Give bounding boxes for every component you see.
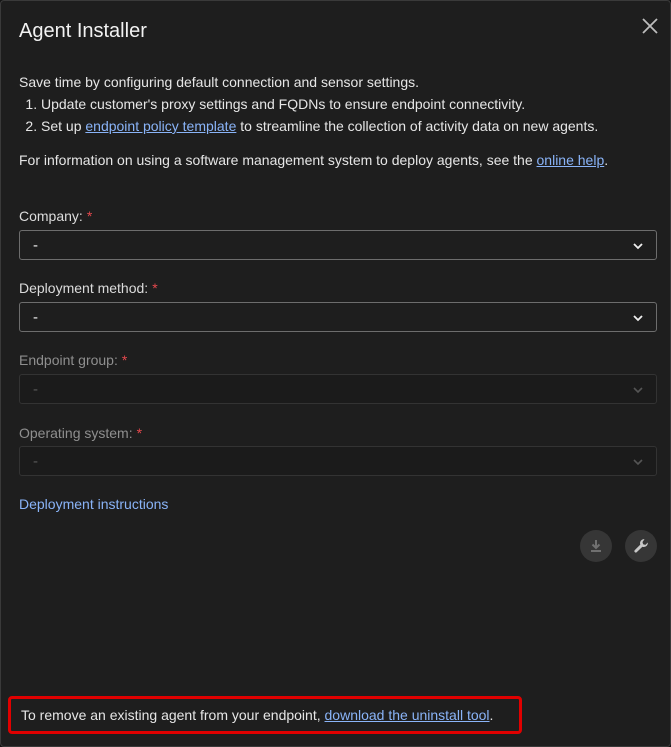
dialog-title: Agent Installer [19, 20, 147, 42]
setup-steps: Update customer's proxy settings and FQD… [19, 93, 659, 137]
uninstall-notice: To remove an existing agent from your en… [8, 696, 522, 734]
intro-lead: Save time by configuring default connect… [19, 74, 420, 90]
chevron-down-icon [633, 459, 643, 466]
operating-system-label: Operating system: * [19, 425, 143, 441]
setup-step-2: Set up endpoint policy template to strea… [41, 115, 659, 137]
endpoint-group-value: - [33, 381, 38, 398]
close-icon[interactable] [639, 15, 661, 37]
agent-installer-dialog: Agent Installer Save time by configuring… [0, 0, 671, 747]
info-text: For information on using a software mana… [19, 152, 609, 168]
configure-button[interactable] [625, 530, 657, 562]
endpoint-policy-template-link[interactable]: endpoint policy template [85, 118, 236, 134]
deployment-method-value: - [33, 309, 38, 326]
wrench-icon [634, 539, 648, 553]
chevron-down-icon [633, 387, 643, 394]
operating-system-value: - [33, 453, 38, 470]
required-marker: * [136, 425, 143, 441]
endpoint-group-select: - [19, 374, 657, 404]
company-value: - [33, 237, 38, 254]
online-help-link[interactable]: online help [537, 152, 605, 168]
deployment-method-select[interactable]: - [19, 302, 657, 332]
company-select[interactable]: - [19, 230, 657, 260]
required-marker: * [86, 208, 93, 224]
chevron-down-icon [633, 315, 643, 322]
deployment-method-label: Deployment method: * [19, 280, 158, 296]
download-uninstall-tool-link[interactable]: download the uninstall tool [325, 707, 490, 723]
chevron-down-icon [633, 243, 643, 250]
download-icon [591, 540, 601, 552]
download-button[interactable] [580, 530, 612, 562]
required-marker: * [121, 352, 128, 368]
required-marker: * [152, 280, 158, 296]
deployment-instructions-link[interactable]: Deployment instructions [19, 496, 168, 512]
operating-system-select: - [19, 446, 657, 476]
intro-text: Save time by configuring default connect… [19, 71, 659, 171]
endpoint-group-label: Endpoint group: * [19, 352, 128, 368]
company-label: Company: * [19, 208, 93, 224]
setup-step-1: Update customer's proxy settings and FQD… [41, 93, 659, 115]
